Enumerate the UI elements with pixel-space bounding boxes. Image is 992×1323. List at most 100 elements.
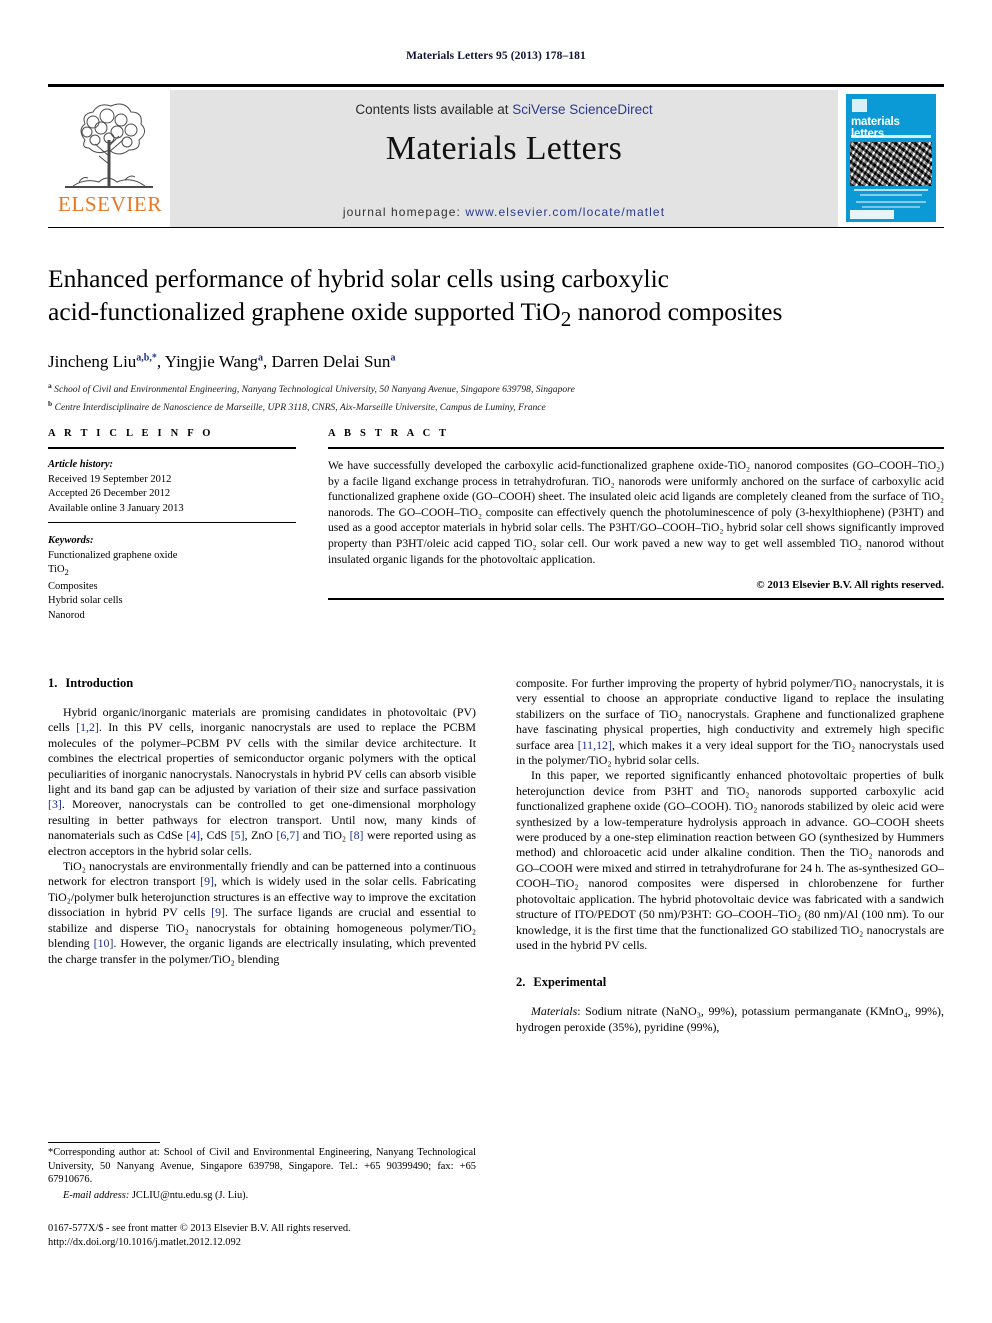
journal-title: Materials Letters (385, 130, 623, 167)
affiliation-mark: a (48, 381, 52, 391)
affiliation-list: a School of Civil and Environmental Engi… (48, 379, 928, 414)
title-subscript: 2 (560, 307, 572, 332)
affiliation-item: b Centre Interdisciplinaire de Nanoscien… (48, 397, 928, 415)
materials-label: Materials (531, 1004, 578, 1019)
keyword-item: Composites (48, 580, 98, 592)
contents-available-line: Contents lists available at SciVerse Sci… (170, 102, 838, 117)
author-name: Yingjie Wang (164, 352, 258, 372)
section-number: 2. (516, 975, 526, 990)
text-run: , ZnO (244, 828, 277, 843)
cover-text-line-1 (854, 189, 928, 191)
article-history-item: Accepted 26 December 2012 (48, 488, 171, 499)
footnote-block: *Corresponding author at: School of Civi… (48, 1142, 476, 1202)
info-abstract-section: A R T I C L E I N F O Article history: R… (48, 428, 944, 623)
author-name: Jincheng Liu (48, 352, 137, 372)
cover-microscopy-image (850, 142, 932, 186)
homepage-prefix: journal homepage: (342, 205, 466, 219)
elsevier-wordmark: ELSEVIER (58, 192, 162, 216)
article-info-rule (48, 447, 296, 449)
text-run: . In this PV cells, inorganic nanocrysta… (48, 720, 476, 797)
masthead-center: Contents lists available at SciVerse Sci… (170, 90, 838, 227)
keyword-item: Nanorod (48, 609, 85, 621)
keyword-text: TiO (48, 564, 65, 575)
body-columns: 1. Introduction Hybrid organic/inorganic … (48, 676, 944, 1035)
citation-link[interactable]: [6,7] (276, 828, 299, 842)
title-block: Enhanced performance of hybrid solar cel… (48, 262, 928, 414)
citation-link[interactable]: [10] (94, 936, 114, 950)
abstract-rule (328, 447, 944, 449)
cover-divider (851, 135, 931, 138)
paragraph: Materials: Sodium nitrate (NaNO₃, 99%), … (516, 1004, 944, 1035)
page-title: Enhanced performance of hybrid solar cel… (48, 262, 928, 336)
affiliation-text: Centre Interdisciplinaire de Nanoscience… (54, 401, 546, 413)
abstract-panel: A B S T R A C T We have successfully dev… (328, 428, 944, 623)
journal-masthead: ELSEVIER Contents lists available at Sci… (48, 84, 944, 228)
cover-elsevier-mark-icon (852, 99, 867, 112)
section-number: 1. (48, 676, 58, 690)
author-affil-mark: a,b,* (136, 352, 157, 364)
contents-prefix: Contents lists available at (355, 102, 513, 117)
title-line-1: Enhanced performance of hybrid solar cel… (48, 264, 669, 293)
article-history-item: Received 19 September 2012 (48, 473, 172, 485)
affiliation-text: School of Civil and Environmental Engine… (54, 384, 575, 396)
text-run: . However, the organic ligands are elect… (48, 936, 476, 966)
abstract-heading: A B S T R A C T (328, 428, 450, 439)
section-title: Introduction (65, 676, 134, 690)
author-affil-mark: a (257, 352, 263, 364)
keyword-item: Hybrid solar cells (48, 595, 123, 607)
keywords-label: Keywords: (48, 535, 94, 546)
author-affil-mark: a (390, 352, 396, 364)
article-info-heading: A R T I C L E I N F O (48, 428, 214, 439)
affiliation-item: a School of Civil and Environmental Engi… (48, 379, 928, 397)
paragraph: Hybrid organic/inorganic materials are p… (48, 705, 476, 859)
elsevier-tree-icon (65, 103, 153, 188)
journal-homepage-line: journal homepage: www.elsevier.com/locat… (170, 205, 838, 219)
text-run: : Sodium nitrate (NaNO₃, 99%), potassium… (516, 1004, 944, 1034)
page-footer: 0167-577X/$ - see front matter © 2013 El… (48, 1222, 518, 1249)
keyword-subscript: 2 (64, 567, 69, 578)
journal-homepage-link[interactable]: www.elsevier.com/locate/matlet (465, 205, 665, 219)
cover-footer-badge (850, 210, 894, 219)
citation-link[interactable]: [1,2] (76, 720, 99, 734)
citation-link[interactable]: [5] (231, 828, 245, 842)
history-keywords-divider (48, 522, 296, 523)
keywords-block: Keywords: Functionalized graphene oxide … (48, 534, 296, 623)
citation-link[interactable]: [11,12] (578, 738, 612, 752)
email-label: E-mail address: (63, 1189, 130, 1201)
section-heading-experimental: 2. Experimental (516, 975, 944, 990)
sciencedirect-link[interactable]: SciVerse ScienceDirect (512, 102, 652, 117)
section-heading-introduction: 1. Introduction (48, 676, 476, 691)
citation-link[interactable]: [3] (48, 797, 62, 811)
elsevier-logo: ELSEVIER (48, 90, 170, 227)
text-run: , CdS (200, 828, 231, 843)
article-history-item: Available online 3 January 2013 (48, 502, 184, 514)
right-column: composite. For further improving the pro… (516, 676, 944, 1035)
email-address[interactable]: JCLIU@ntu.edu.sg (J. Liu). (129, 1190, 248, 1201)
citation-link[interactable]: [4] (186, 828, 200, 842)
paragraph: composite. For further improving the pro… (516, 676, 944, 768)
paragraph: TiO₂ nanocrystals are environmentally fr… (48, 859, 476, 967)
citation-link[interactable]: [8] (350, 828, 364, 842)
citation-link[interactable]: [9] (211, 905, 225, 919)
paragraph: In this paper, we reported significantly… (516, 768, 944, 952)
keyword-item: Functionalized graphene oxide (48, 549, 178, 561)
cover-text-line-3 (856, 201, 926, 203)
title-line-2b: nanorod composites (571, 297, 783, 326)
section-title: Experimental (533, 975, 607, 990)
left-column: 1. Introduction Hybrid organic/inorganic … (48, 676, 476, 1035)
article-history-label: Article history: (48, 459, 114, 470)
running-head: Materials Letters 95 (2013) 178–181 (406, 50, 586, 62)
keyword-item: TiO2 (48, 563, 296, 580)
citation-link[interactable]: [9] (200, 874, 214, 888)
cover-text-line-2 (860, 194, 922, 196)
copyright-line: © 2013 Elsevier B.V. All rights reserved… (756, 579, 944, 592)
abstract-bottom-rule (328, 598, 944, 601)
email-note: E-mail address: JCLIU@ntu.edu.sg (J. Liu… (48, 1189, 476, 1203)
author-list: Jincheng Liua,b,*, Yingjie Wanga, Darren… (48, 352, 396, 372)
title-line-2a: acid-functionalized graphene oxide suppo… (48, 297, 561, 326)
doi-link[interactable]: http://dx.doi.org/10.1016/j.matlet.2012.… (48, 1236, 518, 1250)
article-info-panel: A R T I C L E I N F O Article history: R… (48, 428, 296, 623)
journal-cover-thumbnail: materials letters (838, 90, 944, 227)
text-run: and TiO₂ (299, 828, 350, 843)
abstract-text: We have successfully developed the carbo… (328, 459, 944, 566)
